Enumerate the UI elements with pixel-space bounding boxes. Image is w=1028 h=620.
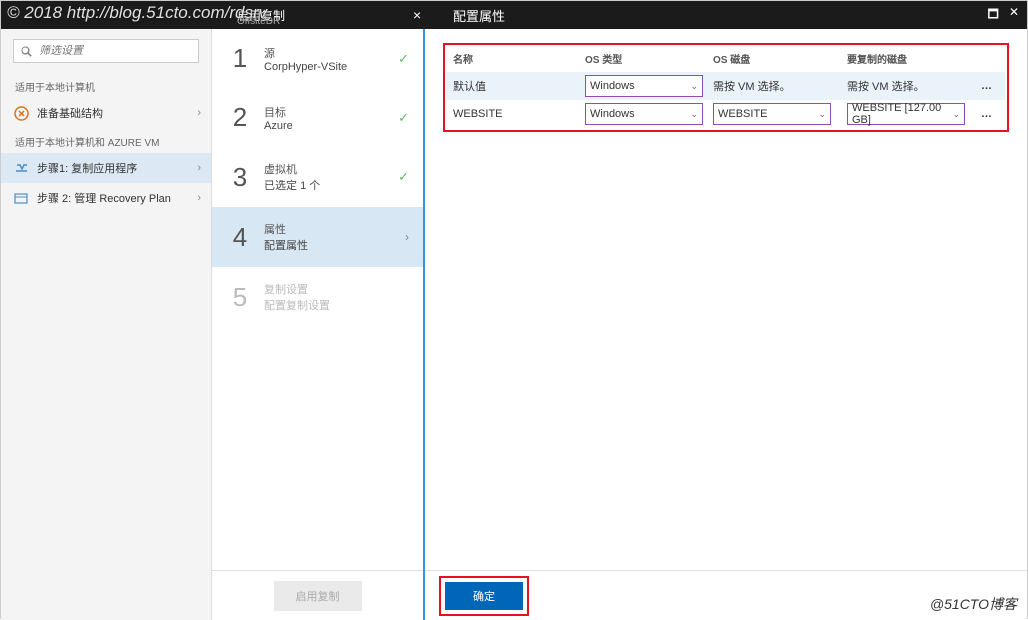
close-panel-icon[interactable]: ✕ [1009,5,1019,26]
step-number: 1 [226,43,254,74]
check-icon: ✓ [398,51,409,67]
blade2-title: 配置属性 [453,6,505,25]
step-sublabel: 配置复制设置 [264,297,330,313]
step-number: 4 [226,222,254,253]
col-osdisk: OS 磁盘 [713,51,847,66]
step-label: 目标 [264,104,293,120]
cell-name: 默认值 [453,78,585,94]
recovery-icon [13,190,29,206]
ostype-select[interactable]: Windows⌄ [585,75,703,97]
search-input[interactable] [13,39,199,63]
chevron-down-icon: ⌄ [818,109,826,120]
wizard-step-1[interactable]: 1源CorpHyper-VSite ✓ [212,29,423,88]
wizard-step-2[interactable]: 2 目标Azure ✓ [212,88,423,147]
blade1-subtitle: OffsiteDR [237,16,280,27]
sidebar-item-prepare[interactable]: 准备基础结构 › [1,98,211,128]
repdisk-select[interactable]: WEBSITE [127.00 GB]⌄ [847,103,965,125]
chevron-down-icon: ⌄ [690,81,698,92]
top-bar: 启用复制 OffsiteDR × 配置属性 🗖 ✕ [1,1,1027,29]
osdisk-text: 需按 VM 选择。 [713,81,791,93]
table-row: 默认值Windows⌄ 需按 VM 选择。 需按 VM 选择。 … [447,72,1005,100]
ostype-select[interactable]: Windows⌄ [585,103,703,125]
sidebar: 适用于本地计算机 准备基础结构 › 适用于本地计算机和 AZURE VM 步骤1… [1,29,212,620]
chevron-down-icon: ⌄ [690,109,698,120]
step-sublabel: 配置属性 [264,237,308,253]
step-number: 2 [226,102,254,133]
col-ostype: OS 类型 [585,51,713,66]
properties-table: 名称 OS 类型 OS 磁盘 要复制的磁盘 默认值Windows⌄ 需按 VM 选… [443,43,1009,132]
replicate-icon [13,160,29,176]
chevron-right-icon: › [197,192,201,204]
step-number: 5 [226,282,254,313]
prepare-icon [13,105,29,121]
step-label: 虚拟机 [264,161,320,177]
repdisk-text: 需按 VM 选择。 [847,81,925,93]
maximize-icon[interactable]: 🗖 [988,5,999,26]
wizard-step-3[interactable]: 3 虚拟机已选定 1 个 ✓ [212,147,423,207]
enable-replication-button: 启用复制 [274,581,362,611]
sidebar-item-step1[interactable]: 步骤1: 复制应用程序 › [1,153,211,183]
close-icon[interactable]: × [413,7,421,23]
col-repdisk: 要复制的磁盘 [847,51,999,66]
confirm-button[interactable]: 确定 [445,582,523,610]
section-azure: 适用于本地计算机和 AZURE VM [1,128,211,153]
step-label: 属性 [264,221,308,237]
chevron-down-icon: ⌄ [952,109,960,120]
check-icon: ✓ [398,169,409,185]
step-number: 3 [226,162,254,193]
detail-panel: 名称 OS 类型 OS 磁盘 要复制的磁盘 默认值Windows⌄ 需按 VM 选… [425,29,1027,620]
section-local: 适用于本地计算机 [1,73,211,98]
search-icon [20,45,33,58]
table-header: 名称 OS 类型 OS 磁盘 要复制的磁盘 [447,47,1005,72]
osdisk-select[interactable]: WEBSITE⌄ [713,103,831,125]
table-row: WEBSITEWindows⌄ WEBSITE⌄ WEBSITE [127.00 G… [447,100,1005,128]
wizard-step-4[interactable]: 4 属性配置属性 › [212,207,423,267]
row-menu-icon[interactable]: … [975,80,999,92]
search-field[interactable] [39,45,189,57]
step-label: 复制设置 [264,281,330,297]
chevron-right-icon: › [197,162,201,174]
sidebar-item-step2[interactable]: 步骤 2: 管理 Recovery Plan › [1,183,211,213]
cell-name: WEBSITE [453,108,585,120]
step-sublabel: Azure [264,120,293,132]
wizard-footer: 启用复制 [212,570,423,620]
chevron-right-icon: › [197,107,201,119]
col-name: 名称 [453,51,585,66]
confirm-highlight: 确定 [439,576,529,616]
wizard-steps: 1源CorpHyper-VSite ✓ 2 目标Azure ✓ 3 虚拟机已选定 1 个 ✓ 4… [212,29,425,620]
step-label: 源 [264,45,347,61]
sidebar-item-label: 步骤1: 复制应用程序 [37,160,137,176]
step-sublabel: CorpHyper-VSite [264,61,347,73]
sidebar-item-label: 准备基础结构 [37,105,103,121]
chevron-right-icon: › [405,230,409,244]
step-sublabel: 已选定 1 个 [264,177,320,193]
wizard-step-5: 5 复制设置配置复制设置 [212,267,423,327]
check-icon: ✓ [398,110,409,126]
sidebar-item-label: 步骤 2: 管理 Recovery Plan [37,190,171,206]
row-menu-icon[interactable]: … [975,108,999,120]
detail-footer: 确定 [425,570,1027,620]
